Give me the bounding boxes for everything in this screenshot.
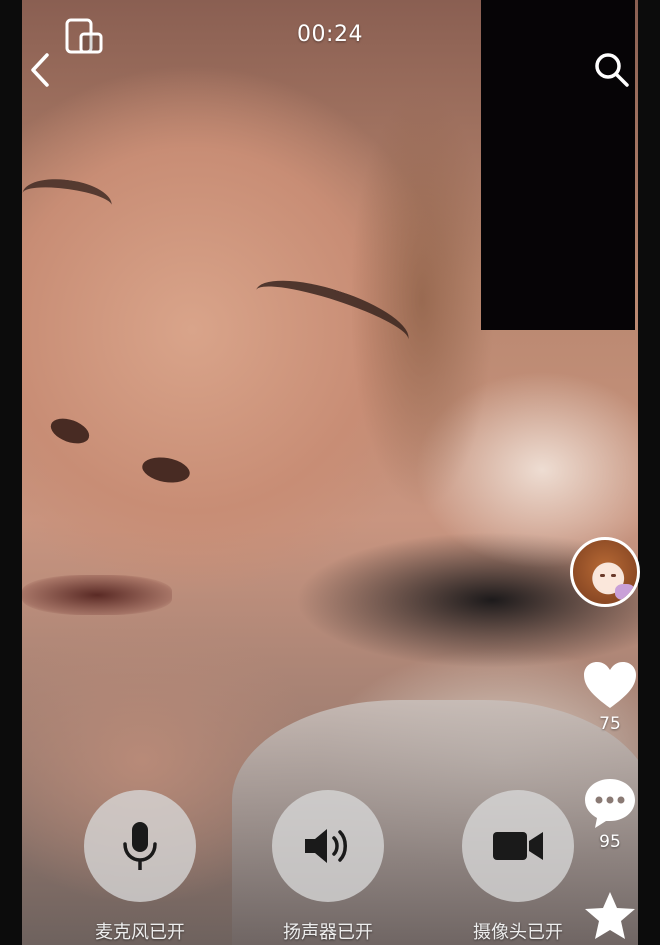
search-button[interactable]	[590, 48, 634, 92]
speaker-status-label: 扬声器已开	[283, 922, 373, 943]
back-button[interactable]	[24, 52, 56, 88]
comment-bubble-icon[interactable]	[582, 776, 638, 830]
call-timer: 00:24	[297, 22, 363, 47]
speaker-icon	[305, 829, 347, 863]
comment-action[interactable]: 95	[578, 776, 642, 852]
like-action[interactable]: 75	[578, 660, 642, 734]
left-letterbox	[0, 0, 22, 945]
search-icon	[595, 53, 629, 87]
video-call-screen: 00:24 75 95 麦克风已开 扬声器已开 摄像头已开	[0, 0, 660, 945]
like-count: 75	[599, 714, 621, 734]
microphone-status-label: 麦克风已开	[95, 922, 185, 943]
camera-status-label: 摄像头已开	[473, 922, 563, 943]
microphone-toggle-button[interactable]	[84, 790, 196, 902]
chevron-left-icon	[31, 53, 49, 87]
microphone-icon	[123, 822, 157, 870]
floating-window-icon	[65, 18, 103, 54]
speaker-toggle-button[interactable]	[272, 790, 384, 902]
minimize-window-button[interactable]	[62, 16, 106, 56]
comment-count: 95	[599, 832, 621, 852]
camera-toggle-button[interactable]	[462, 790, 574, 902]
streamer-avatar[interactable]	[570, 537, 640, 607]
heart-icon[interactable]	[582, 660, 638, 712]
video-camera-icon	[493, 832, 543, 860]
